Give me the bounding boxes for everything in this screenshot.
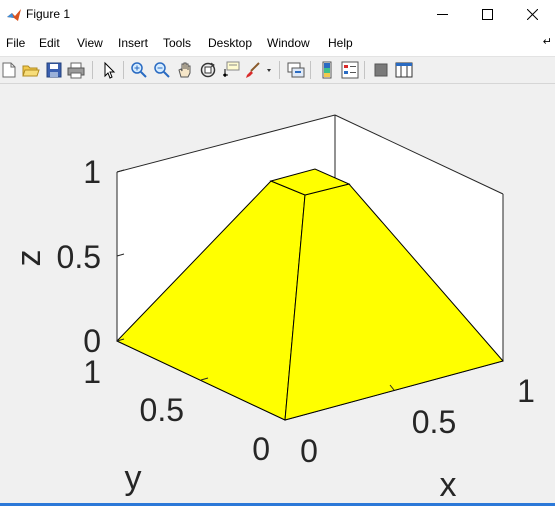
menu-dock-arrow-icon[interactable]: ↵ (543, 35, 552, 48)
menu-edit[interactable]: Edit (39, 36, 60, 50)
figure-toolbar (0, 56, 555, 84)
legend-icon[interactable] (341, 61, 359, 79)
menu-file[interactable]: File (6, 36, 25, 50)
y-tick-0: 0 (252, 431, 270, 467)
toolbar-separator (310, 61, 311, 79)
y-tick-0-5: 0.5 (140, 392, 184, 428)
menu-bar: File Edit View Insert Tools Desktop Wind… (0, 32, 555, 54)
hide-plot-tools-icon[interactable] (372, 61, 390, 79)
brush-icon[interactable] (244, 61, 262, 79)
x-tick-0-5: 0.5 (412, 404, 456, 440)
zoom-in-icon[interactable] (130, 61, 148, 79)
y-axis-label: y (125, 459, 142, 497)
brush-dropdown-icon[interactable] (264, 61, 274, 79)
new-figure-icon[interactable] (0, 61, 18, 79)
toolbar-separator (279, 61, 280, 79)
colorbar-icon[interactable] (318, 61, 336, 79)
z-axis-label: z (10, 250, 48, 267)
matlab-logo-icon (7, 9, 21, 21)
zoom-out-icon[interactable] (153, 61, 171, 79)
x-tick-1: 1 (517, 373, 535, 409)
close-button[interactable] (510, 0, 555, 30)
z-tick-1: 1 (83, 154, 101, 190)
maximize-icon (482, 9, 493, 20)
toolbar-separator (123, 61, 124, 79)
select-arrow-icon[interactable] (100, 61, 118, 79)
menu-desktop[interactable]: Desktop (208, 36, 252, 50)
menu-help[interactable]: Help (328, 36, 353, 50)
link-plot-icon[interactable] (287, 61, 305, 79)
show-plot-tools-icon[interactable] (395, 61, 413, 79)
toolbar-separator (364, 61, 365, 79)
maximize-button[interactable] (465, 0, 510, 30)
window-title: Figure 1 (26, 7, 71, 21)
toolbar-separator (92, 61, 93, 79)
title-bar: Figure 1 (0, 0, 555, 30)
menu-view[interactable]: View (77, 36, 103, 50)
rotate-3d-icon[interactable] (199, 61, 217, 79)
z-tick-0-5: 0.5 (57, 239, 101, 275)
x-tick-0: 0 (300, 433, 318, 469)
x-axis-label: x (440, 466, 457, 504)
menu-tools[interactable]: Tools (163, 36, 191, 50)
menu-window[interactable]: Window (267, 36, 310, 50)
axes-3d[interactable]: 1 0.5 0 z 1 0.5 0 y 0 0.5 1 x (0, 84, 555, 504)
data-cursor-icon[interactable] (222, 61, 240, 79)
minimize-icon (437, 14, 448, 15)
menu-insert[interactable]: Insert (118, 36, 148, 50)
y-tick-1: 1 (83, 354, 101, 390)
minimize-button[interactable] (420, 0, 465, 30)
pan-hand-icon[interactable] (176, 61, 194, 79)
figure-canvas[interactable]: 1 0.5 0 z 1 0.5 0 y 0 0.5 1 x (0, 84, 555, 504)
save-icon[interactable] (45, 61, 63, 79)
print-icon[interactable] (67, 61, 85, 79)
open-file-icon[interactable] (22, 61, 40, 79)
close-icon (527, 9, 538, 20)
